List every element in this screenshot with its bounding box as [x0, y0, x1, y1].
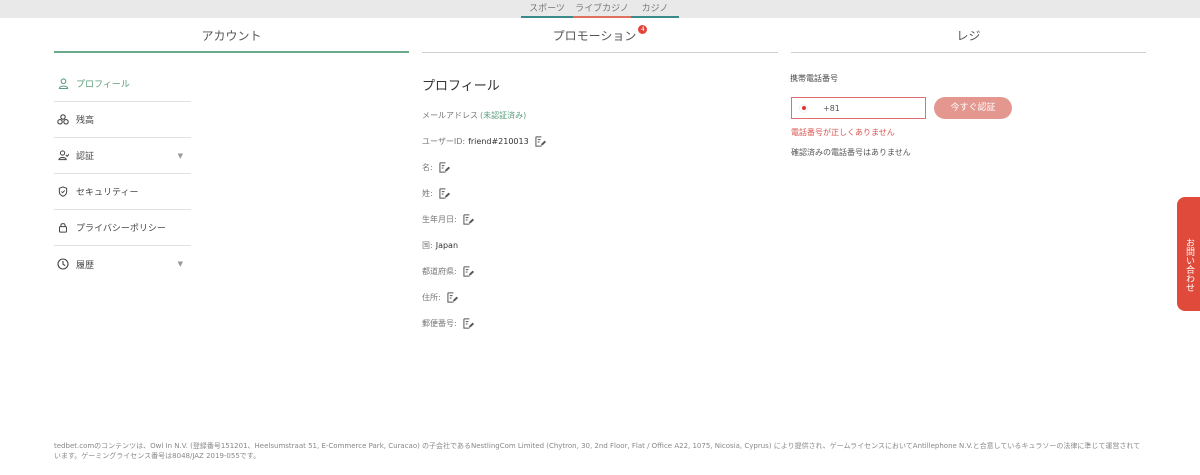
top-bar: スポーツ ライブカジノ カジノ	[0, 0, 1200, 18]
birthdate-row: 生年月日:	[422, 206, 742, 232]
verify-icon	[57, 150, 69, 162]
first-name-row: 名:	[422, 154, 742, 180]
phone-error-message: 電話番号が正しくありません	[791, 128, 895, 137]
footer-legal-text: tedbet.comのコンテンツは、Owl In N.V. (登録番号15120…	[54, 442, 1141, 460]
birthdate-label: 生年月日:	[422, 214, 457, 224]
contact-us-tab[interactable]: お問い合わせ	[1177, 197, 1200, 311]
prefecture-label: 都道府県:	[422, 266, 457, 276]
coins-icon	[57, 114, 69, 126]
edit-icon[interactable]	[439, 161, 450, 173]
topnav-casino[interactable]: カジノ	[631, 3, 679, 18]
profile-title: プロフィール	[422, 79, 500, 94]
tab-promotion-label: プロモーション	[552, 29, 637, 43]
japan-flag-icon[interactable]	[799, 103, 808, 113]
sidebar-item-balance[interactable]: 残高	[54, 102, 191, 138]
email-row: メールアドレス (未認証済み)	[422, 106, 742, 124]
sidebar-item-label: 認証	[76, 152, 95, 162]
edit-icon[interactable]	[463, 265, 474, 277]
address-label: 住所:	[422, 292, 441, 302]
postal-code-row: 郵便番号:	[422, 310, 742, 336]
tab-account[interactable]: アカウント	[54, 27, 409, 53]
sidebar-item-security[interactable]: セキュリティー	[54, 174, 191, 210]
sidebar-item-label: セキュリティー	[76, 188, 139, 198]
userid-row: ユーザーID: friend#210013	[422, 128, 742, 154]
tab-cashier-label: レジ	[956, 29, 981, 43]
sidebar-item-label: 履歴	[76, 260, 95, 271]
clock-icon	[57, 258, 69, 270]
edit-icon[interactable]	[463, 317, 474, 329]
lock-icon	[57, 222, 69, 234]
edit-icon[interactable]	[439, 187, 450, 199]
sidebar-item-label: プロフィール	[76, 80, 130, 90]
sidebar-item-privacy-policy[interactable]: プライバシーポリシー	[54, 210, 191, 246]
tab-promotion[interactable]: プロモーション 4	[422, 25, 778, 53]
phone-status-message: 確認済みの電話番号はありません	[791, 148, 911, 157]
tab-account-label: アカウント	[201, 29, 262, 43]
tab-cashier[interactable]: レジ	[791, 27, 1146, 53]
address-row: 住所:	[422, 284, 742, 310]
promotion-count-badge: 4	[638, 25, 648, 34]
chevron-down-icon: ▼	[177, 152, 183, 160]
person-icon	[57, 78, 69, 90]
phone-country-code: +81	[823, 103, 840, 113]
first-name-label: 名:	[422, 162, 433, 172]
country-value: Japan	[435, 240, 459, 250]
verify-now-button[interactable]: 今すぐ認証	[934, 97, 1012, 119]
top-nav: スポーツ ライブカジノ カジノ	[521, 3, 679, 18]
topnav-sports[interactable]: スポーツ	[521, 3, 573, 18]
account-sidebar: プロフィール 残高 認証 ▼ セキュリティー プライバシーポリシー 履歴 ▼	[54, 66, 191, 282]
sidebar-item-label: プライバシーポリシー	[76, 224, 166, 234]
last-name-row: 姓:	[422, 180, 742, 206]
country-label: 国:	[422, 240, 433, 250]
topnav-live-casino[interactable]: ライブカジノ	[573, 3, 631, 18]
edit-icon[interactable]	[463, 213, 474, 225]
sidebar-item-label: 残高	[76, 116, 95, 126]
postal-code-label: 郵便番号:	[422, 318, 457, 328]
prefecture-row: 都道府県:	[422, 258, 742, 284]
edit-icon[interactable]	[447, 291, 458, 303]
profile-panel: プロフィール メールアドレス (未認証済み) ユーザーID: friend#21…	[422, 75, 742, 336]
cashier-panel: 携帯電話番号 +81 今すぐ認証 電話番号が正しくありません 確認済みの電話番号…	[790, 73, 1150, 157]
edit-icon[interactable]	[535, 135, 546, 147]
sidebar-item-verification[interactable]: 認証 ▼	[54, 138, 191, 174]
sidebar-item-history[interactable]: 履歴 ▼	[54, 246, 191, 282]
phone-input[interactable]: +81	[791, 97, 926, 119]
phone-label: 携帯電話番号	[790, 74, 838, 83]
userid-label: ユーザーID:	[422, 136, 466, 146]
sidebar-item-profile[interactable]: プロフィール	[54, 66, 191, 102]
email-label: メールアドレス	[422, 110, 478, 120]
email-status: (未認証済み)	[480, 110, 527, 120]
country-row: 国: Japan	[422, 232, 742, 258]
last-name-label: 姓:	[422, 188, 433, 198]
chevron-down-icon: ▼	[177, 260, 183, 268]
shield-icon	[57, 186, 69, 198]
userid-value: friend#210013	[468, 136, 529, 146]
